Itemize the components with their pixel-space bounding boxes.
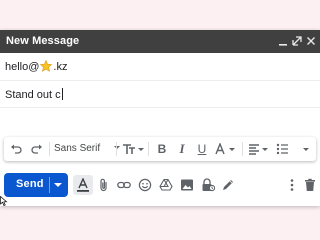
schedule-send-chevron-icon[interactable]	[54, 183, 62, 187]
formatting-toolbar: Sans Serif B I U	[4, 137, 316, 161]
formatting-options-icon[interactable]	[75, 177, 91, 193]
toolbar-separator	[242, 142, 243, 156]
recipient-suffix: .kz	[53, 61, 68, 73]
font-family-label: Sans Serif	[54, 143, 101, 154]
send-button[interactable]: Send	[4, 173, 68, 197]
font-family-select[interactable]: Sans Serif	[54, 141, 121, 157]
star-emoji-icon	[40, 59, 53, 72]
toolbar-separator	[116, 142, 117, 156]
more-options-icon[interactable]	[284, 177, 300, 193]
confidential-mode-icon[interactable]	[200, 177, 216, 193]
toolbar-separator	[49, 142, 50, 156]
toolbar-separator	[148, 142, 149, 156]
to-field[interactable]: hello@ .kz	[0, 54, 320, 81]
photo-icon[interactable]	[179, 177, 195, 193]
attach-icon[interactable]	[96, 177, 112, 193]
text-color-icon[interactable]	[214, 141, 238, 157]
subject-text: Stand out c	[5, 89, 61, 101]
subject-input[interactable]: Stand out c	[5, 88, 63, 101]
bulleted-list-icon[interactable]	[276, 141, 296, 157]
undo-icon[interactable]	[8, 141, 24, 157]
discard-icon[interactable]	[302, 177, 318, 193]
recipient-prefix: hello@	[5, 61, 40, 73]
drive-icon[interactable]	[158, 177, 174, 193]
send-label: Send	[16, 178, 44, 190]
align-icon[interactable]	[248, 141, 270, 157]
signature-icon[interactable]	[220, 177, 236, 193]
compose-titlebar[interactable]: New Message	[0, 30, 320, 53]
more-formatting-icon[interactable]	[300, 141, 312, 157]
send-divider	[49, 177, 50, 193]
mouse-pointer-icon	[0, 196, 8, 206]
minimize-icon[interactable]	[276, 33, 290, 49]
pop-out-icon[interactable]	[290, 33, 304, 49]
chevron-down-icon	[114, 146, 121, 149]
compose-title: New Message	[6, 35, 80, 47]
close-icon[interactable]	[304, 33, 318, 49]
italic-icon[interactable]: I	[174, 141, 190, 157]
emoji-icon[interactable]	[137, 177, 153, 193]
text-cursor	[61, 88, 63, 100]
bold-icon[interactable]: B	[154, 141, 170, 157]
underline-icon[interactable]: U	[194, 141, 210, 157]
subject-field[interactable]: Stand out c	[0, 81, 320, 108]
font-size-icon[interactable]	[122, 141, 144, 157]
recipient-address: hello@ .kz	[5, 59, 68, 73]
redo-icon[interactable]	[29, 141, 45, 157]
link-icon[interactable]	[116, 177, 132, 193]
compose-window: New Message hello@ .kz Stand out c Sans S…	[0, 30, 320, 206]
